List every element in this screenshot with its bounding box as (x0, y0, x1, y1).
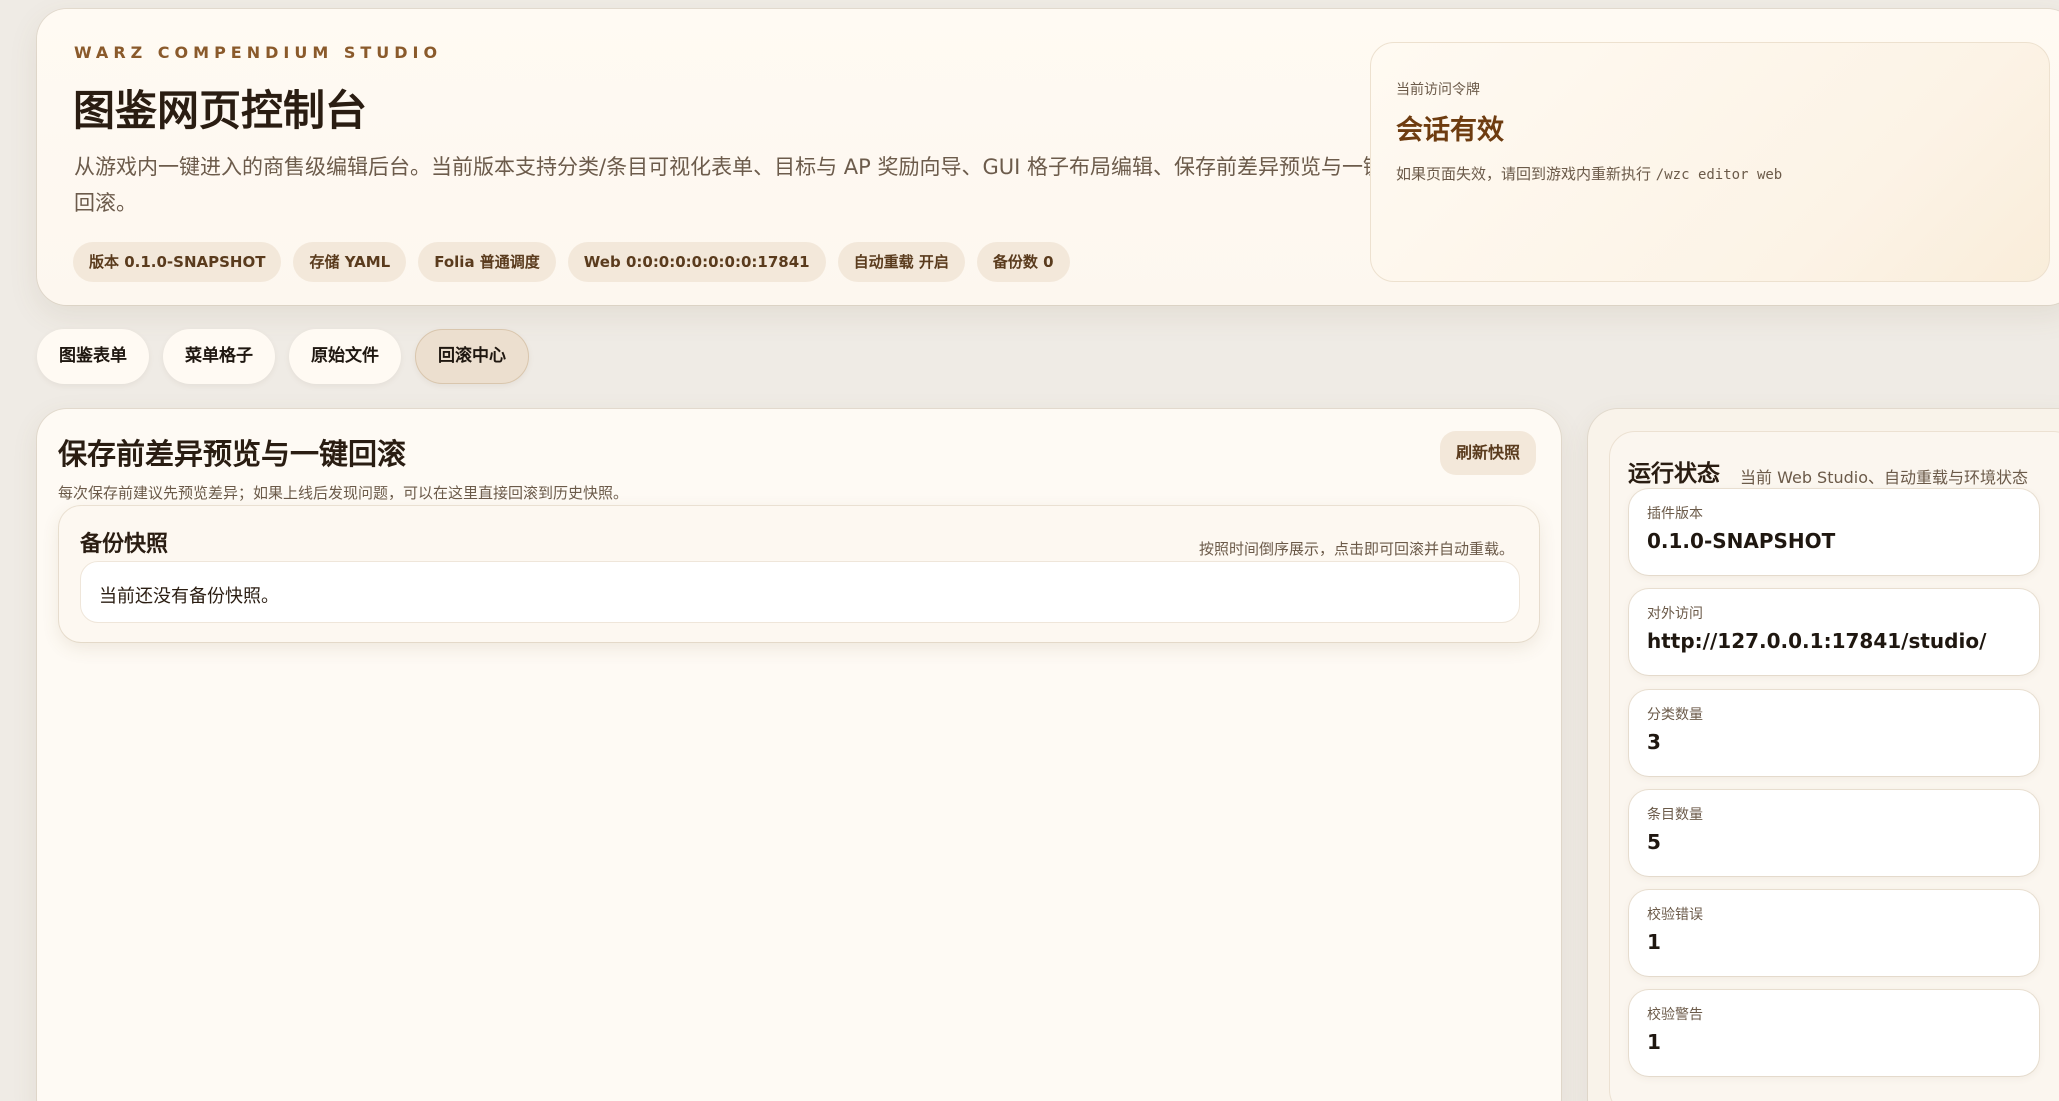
chip-backup-count: 备份数 0 (976, 242, 1070, 282)
stat-label: 分类数量 (1647, 707, 1703, 723)
status-subtitle: 当前 Web Studio、自动重载与环境状态 (1740, 468, 2029, 487)
rollback-title: 保存前差异预览与一键回滚 (58, 437, 407, 471)
status-title: 运行状态 (1628, 461, 1720, 487)
stat-category-count: 分类数量 3 (1629, 690, 2039, 776)
stat-label: 校验警告 (1647, 1007, 1703, 1023)
backup-empty-state: 当前还没有备份快照。 (80, 561, 1520, 623)
backup-title: 备份快照 (80, 532, 169, 557)
token-label: 当前访问令牌 (1396, 82, 1480, 98)
tab-rollback-center[interactable]: 回滚中心 (415, 329, 529, 384)
status-sidebar: 运行状态 当前 Web Studio、自动重载与环境状态 插件版本 0.1.0-… (1588, 409, 2059, 1101)
access-token-card: 当前访问令牌 会话有效 如果页面失效，请回到游戏内重新执行 /wzc edito… (1370, 42, 2050, 282)
tab-raw-files[interactable]: 原始文件 (289, 329, 401, 384)
tab-menu-slots[interactable]: 菜单格子 (163, 329, 275, 384)
token-state: 会话有效 (1396, 115, 1504, 146)
stat-value: 1 (1647, 930, 1661, 954)
empty-message: 当前还没有备份快照。 (99, 586, 279, 607)
stat-label: 条目数量 (1647, 807, 1703, 823)
chip-scheduler: Folia 普通调度 (418, 242, 556, 282)
stat-value: http://127.0.0.1:17841/studio/ (1647, 629, 1987, 653)
page-title: 图鉴网页控制台 (73, 86, 368, 135)
stat-value: 3 (1647, 730, 1661, 754)
stat-label: 对外访问 (1647, 606, 1703, 622)
chip-version: 版本 0.1.0-SNAPSHOT (73, 242, 282, 282)
token-hint-command: /wzc editor web (1655, 167, 1783, 183)
studio-page: WARZ COMPENDIUM STUDIO 图鉴网页控制台 从游戏内一键进入的… (0, 0, 2059, 1101)
tab-compendium-form[interactable]: 图鉴表单 (37, 329, 149, 384)
backup-note: 按照时间倒序展示，点击即可回滚并自动重载。 (1198, 540, 1514, 558)
main-tabs: 图鉴表单 菜单格子 原始文件 回滚中心 (37, 329, 529, 384)
stat-value: 5 (1647, 830, 1661, 854)
stat-validation-errors: 校验错误 1 (1629, 890, 2039, 976)
chip-storage: 存储 YAML (293, 242, 407, 282)
stat-validation-warnings: 校验警告 1 (1629, 990, 2039, 1076)
refresh-snapshots-button[interactable]: 刷新快照 (1440, 431, 1537, 475)
stat-value: 1 (1647, 1030, 1661, 1054)
stat-entry-count: 条目数量 5 (1629, 790, 2039, 876)
rollback-subtitle: 每次保存前建议先预览差异；如果上线后发现问题，可以在这里直接回滚到历史快照。 (58, 484, 629, 502)
info-chips: 版本 0.1.0-SNAPSHOT 存储 YAML Folia 普通调度 Web… (73, 242, 1070, 282)
stat-public-url: 对外访问 http://127.0.0.1:17841/studio/ (1629, 589, 2039, 675)
stat-label: 插件版本 (1647, 506, 1703, 522)
rollback-panel: 保存前差异预览与一键回滚 每次保存前建议先预览差异；如果上线后发现问题，可以在这… (37, 409, 1561, 1101)
chip-web-address: Web 0:0:0:0:0:0:0:0:17841 (567, 242, 826, 282)
hero-panel: WARZ COMPENDIUM STUDIO 图鉴网页控制台 从游戏内一键进入的… (37, 9, 2059, 305)
stat-value: 0.1.0-SNAPSHOT (1647, 529, 1836, 553)
stat-label: 校验错误 (1647, 907, 1703, 923)
status-card: 运行状态 当前 Web Studio、自动重载与环境状态 插件版本 0.1.0-… (1609, 431, 2059, 1101)
chip-auto-reload: 自动重载 开启 (837, 242, 965, 282)
brand-eyebrow: WARZ COMPENDIUM STUDIO (74, 43, 443, 62)
backup-snapshots-card: 备份快照 按照时间倒序展示，点击即可回滚并自动重载。 当前还没有备份快照。 (59, 506, 1539, 642)
token-hint-text: 如果页面失效，请回到游戏内重新执行 (1396, 165, 1652, 183)
page-description: 从游戏内一键进入的商售级编辑后台。当前版本支持分类/条目可视化表单、目标与 AP… (74, 155, 1384, 215)
stat-plugin-version: 插件版本 0.1.0-SNAPSHOT (1629, 489, 2039, 575)
token-hint: 如果页面失效，请回到游戏内重新执行 /wzc editor web (1396, 163, 1782, 184)
